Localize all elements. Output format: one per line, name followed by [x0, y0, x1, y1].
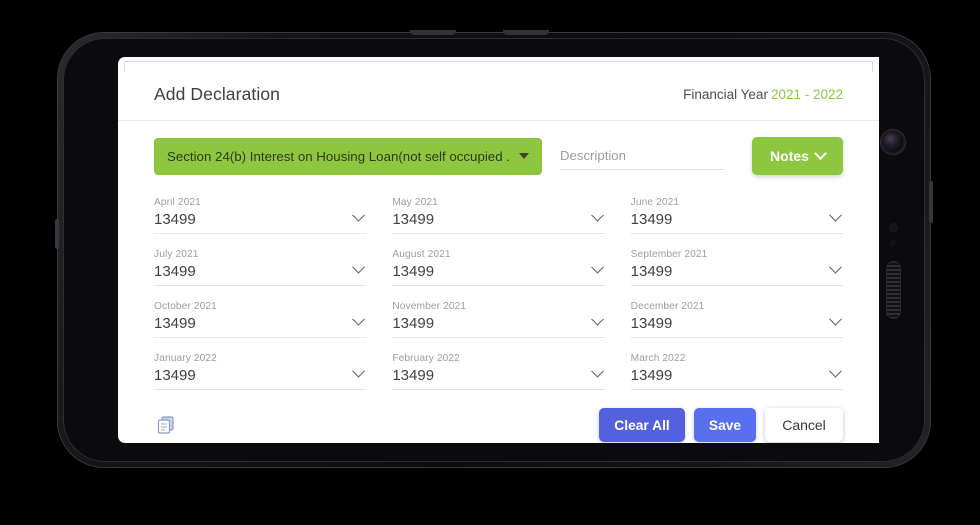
month-value: 13499: [154, 367, 196, 384]
section-select-value: Section 24(b) Interest on Housing Loan(n…: [167, 148, 511, 164]
month-value: 13499: [154, 211, 196, 228]
financial-year-label: Financial Year: [683, 87, 768, 102]
months-grid: April 2021 13499 May 2021 13499 June 2021 134…: [154, 195, 843, 390]
month-value: 13499: [630, 263, 673, 280]
month-select[interactable]: 13499: [630, 312, 843, 338]
add-declaration-modal: Add Declaration Financial Year 2021 - 202…: [118, 57, 879, 443]
financial-year: Financial Year 2021 - 2022: [683, 87, 843, 102]
month-value: 13499: [154, 263, 196, 280]
month-field: April 2021 13499: [154, 195, 367, 234]
month-label: December 2021: [630, 301, 705, 312]
month-field: August 2021 13499: [392, 247, 605, 286]
month-value: 13499: [392, 315, 435, 332]
financial-year-value: 2021 - 2022: [770, 87, 843, 102]
chevron-down-icon: [829, 312, 842, 326]
chevron-down-icon: [352, 260, 366, 274]
month-value: 13499: [392, 211, 435, 228]
chevron-down-icon: [829, 260, 842, 274]
month-label: June 2021: [630, 197, 680, 208]
chevron-down-icon: [352, 208, 366, 222]
month-select[interactable]: 13499: [154, 364, 367, 390]
chevron-down-icon: [352, 364, 366, 378]
month-select[interactable]: 13499: [154, 312, 367, 338]
section-select[interactable]: Section 24(b) Interest on Housing Loan(n…: [154, 137, 542, 175]
month-value: 13499: [630, 367, 673, 384]
phone-top-notch-right: [503, 30, 549, 35]
phone-sensor-icon: [889, 223, 898, 232]
chevron-down-icon: [590, 312, 604, 326]
modal-body: Section 24(b) Interest on Housing Loan(n…: [118, 121, 879, 390]
month-field: May 2021 13499: [392, 195, 605, 234]
month-select[interactable]: 13499: [392, 260, 605, 286]
description-input[interactable]: [560, 142, 724, 170]
month-value: 13499: [630, 315, 673, 332]
month-label: July 2021: [154, 249, 199, 260]
chevron-down-icon: [352, 312, 366, 326]
month-field: October 2021 13499: [154, 299, 367, 338]
screenshot-stage: Add Declaration Financial Year 2021 - 202…: [0, 0, 980, 525]
month-field: July 2021 13499: [154, 247, 367, 286]
page-title: Add Declaration: [154, 84, 281, 104]
month-select[interactable]: 13499: [392, 364, 605, 390]
month-label: January 2022: [154, 353, 217, 364]
month-label: February 2022: [392, 353, 460, 364]
chevron-down-icon: [829, 208, 842, 222]
month-select[interactable]: 13499: [392, 312, 605, 338]
month-field: January 2022 13499: [154, 351, 367, 390]
month-value: 13499: [392, 367, 435, 384]
phone-top-notch-left: [410, 30, 456, 35]
month-label: May 2021: [392, 197, 438, 208]
month-label: August 2021: [392, 249, 451, 260]
chevron-down-icon: [590, 364, 604, 378]
modal-footer: Clear All Save Cancel: [118, 390, 879, 442]
month-field: September 2021 13499: [630, 247, 843, 286]
modal-header: Add Declaration Financial Year 2021 - 202…: [118, 72, 879, 121]
month-label: September 2021: [630, 249, 708, 260]
save-button[interactable]: Save: [694, 408, 756, 442]
notes-button[interactable]: Notes: [752, 137, 843, 175]
month-field: November 2021 13499: [392, 299, 605, 338]
month-select[interactable]: 13499: [392, 208, 605, 234]
chevron-down-icon: [590, 208, 604, 222]
month-field: March 2022 13499: [630, 351, 843, 390]
month-select[interactable]: 13499: [630, 208, 843, 234]
month-field: June 2021 13499: [630, 195, 843, 234]
clear-all-button[interactable]: Clear All: [599, 408, 685, 442]
chevron-down-icon: [814, 146, 827, 160]
month-value: 13499: [154, 315, 196, 332]
month-field: February 2022 13499: [392, 351, 605, 390]
phone-volume-button[interactable]: [55, 219, 59, 249]
month-select[interactable]: 13499: [154, 208, 367, 234]
copy-icon[interactable]: [154, 413, 178, 437]
month-field: December 2021 13499: [630, 299, 843, 338]
declaration-control-row: Section 24(b) Interest on Housing Loan(n…: [154, 137, 843, 175]
cancel-button[interactable]: Cancel: [765, 408, 843, 442]
month-label: March 2022: [630, 353, 686, 364]
notes-button-label: Notes: [770, 148, 809, 164]
phone-speaker-grille: [886, 261, 901, 319]
month-label: October 2021: [154, 301, 217, 312]
chevron-down-icon: [590, 260, 604, 274]
modal-top-strip: [124, 61, 873, 72]
phone-secondary-sensor-icon: [890, 240, 896, 246]
month-select[interactable]: 13499: [154, 260, 367, 286]
month-label: April 2021: [154, 197, 201, 208]
footer-actions: Clear All Save Cancel: [599, 408, 843, 442]
chevron-down-icon: [829, 364, 842, 378]
month-value: 13499: [630, 211, 673, 228]
chevron-down-icon: [519, 153, 529, 159]
month-select[interactable]: 13499: [630, 260, 843, 286]
month-label: November 2021: [392, 301, 467, 312]
month-value: 13499: [392, 263, 435, 280]
phone-power-button[interactable]: [929, 181, 933, 223]
phone-camera-icon: [883, 132, 903, 152]
month-select[interactable]: 13499: [630, 364, 843, 390]
